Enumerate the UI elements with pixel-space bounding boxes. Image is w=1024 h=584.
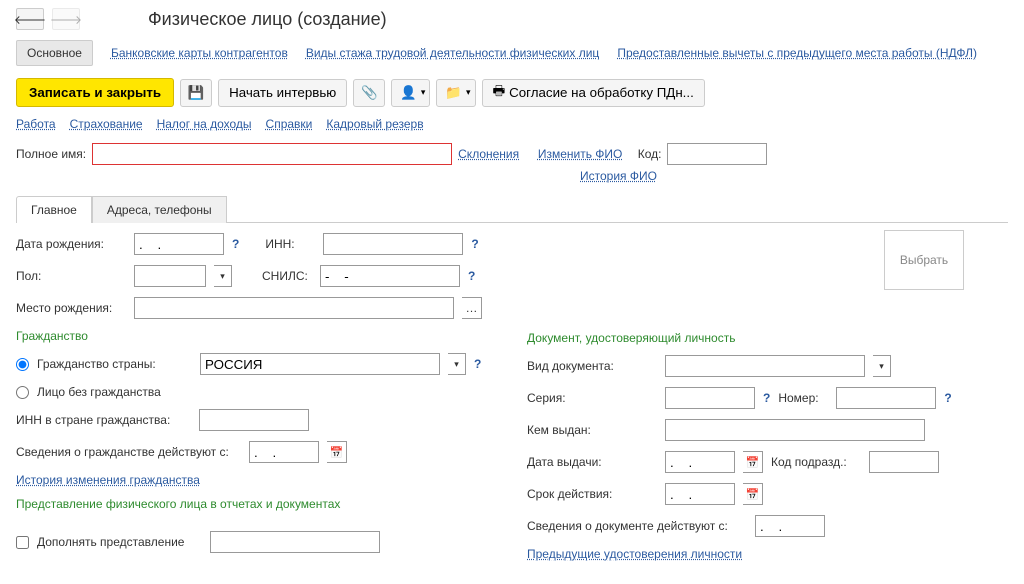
page-tab-main[interactable]: Главное	[16, 196, 92, 223]
chevron-down-icon: ▾	[466, 87, 471, 98]
birthplace-label: Место рождения:	[16, 301, 126, 315]
fullname-label: Полное имя:	[16, 147, 86, 161]
fullname-input[interactable]	[92, 143, 452, 165]
link-references[interactable]: Справки	[266, 117, 313, 131]
start-interview-button[interactable]: Начать интервью	[218, 79, 347, 107]
link-experience-types[interactable]: Виды стажа трудовой деятельности физичес…	[306, 46, 599, 60]
representation-title: Представление физического лица в отчетах…	[16, 497, 497, 511]
issued-by-label: Кем выдан:	[527, 423, 657, 437]
append-repr-checkbox[interactable]	[16, 536, 29, 549]
link-insurance[interactable]: Страхование	[70, 117, 143, 131]
issue-date-input[interactable]	[665, 451, 735, 473]
issued-by-input[interactable]	[665, 419, 925, 441]
birth-input[interactable]	[134, 233, 224, 255]
chevron-down-icon: ▾	[421, 87, 426, 98]
birth-label: Дата рождения:	[16, 237, 126, 251]
folder-icon: 📁	[445, 85, 462, 101]
citizenship-history-link[interactable]: История изменения гражданства	[16, 473, 497, 487]
issue-date-label: Дата выдачи:	[527, 455, 657, 469]
forward-button[interactable]: 🡒	[52, 8, 80, 30]
attach-button[interactable]: 📎	[353, 79, 385, 107]
citizenship-valid-input[interactable]	[249, 441, 319, 463]
gender-input[interactable]	[134, 265, 206, 287]
snils-input[interactable]	[320, 265, 460, 287]
inn-input[interactable]	[323, 233, 463, 255]
citizenship-country-radio[interactable]	[16, 358, 29, 371]
issue-date-button[interactable]: 📅	[743, 451, 763, 473]
printer-icon: 🖶	[493, 82, 506, 104]
citizenship-valid-date-button[interactable]: 📅	[327, 441, 347, 463]
dept-code-input[interactable]	[869, 451, 939, 473]
dept-code-label: Код подразд.:	[771, 455, 861, 469]
doc-valid-input[interactable]	[755, 515, 825, 537]
person-menu-button[interactable]: 👤 ▾	[391, 79, 430, 107]
fio-history-link[interactable]: История ФИО	[580, 169, 657, 183]
series-input[interactable]	[665, 387, 755, 409]
link-reserve[interactable]: Кадровый резерв	[326, 117, 423, 131]
link-work[interactable]: Работа	[16, 117, 56, 131]
paperclip-icon: 📎	[361, 85, 378, 101]
person-icon: 👤	[400, 85, 417, 101]
number-input[interactable]	[836, 387, 936, 409]
back-button[interactable]: 🡐	[16, 8, 44, 30]
series-help-icon[interactable]: ?	[763, 391, 770, 405]
consent-button[interactable]: 🖶 Согласие на обработку ПДн...	[482, 79, 705, 107]
link-bank-cards[interactable]: Банковские карты контрагентов	[111, 46, 288, 60]
gender-dropdown-button[interactable]: ▾	[214, 265, 232, 287]
number-label: Номер:	[778, 391, 828, 405]
citizenship-valid-label: Сведения о гражданстве действуют с:	[16, 445, 241, 459]
prev-docs-link[interactable]: Предыдущие удостоверения личности	[527, 547, 1008, 561]
save-close-button[interactable]: Записать и закрыть	[16, 78, 174, 107]
birthplace-select-button[interactable]: …	[462, 297, 482, 319]
link-income-tax[interactable]: Налог на доходы	[157, 117, 252, 131]
declension-link[interactable]: Склонения	[458, 147, 519, 161]
snils-help-icon[interactable]: ?	[468, 269, 475, 283]
number-help-icon[interactable]: ?	[944, 391, 951, 405]
tab-main[interactable]: Основное	[16, 40, 93, 66]
expiry-date-button[interactable]: 📅	[743, 483, 763, 505]
document-title: Документ, удостоверяющий личность	[527, 331, 1008, 345]
save-button[interactable]: 💾	[180, 79, 212, 107]
page-title: Физическое лицо (создание)	[148, 9, 387, 30]
doc-type-input[interactable]	[665, 355, 865, 377]
doc-type-dropdown-button[interactable]: ▾	[873, 355, 891, 377]
append-label: Дополнять представление	[37, 535, 202, 549]
save-icon: 💾	[188, 85, 205, 101]
stateless-radio[interactable]	[16, 386, 29, 399]
expiry-input[interactable]	[665, 483, 735, 505]
expiry-label: Срок действия:	[527, 487, 657, 501]
folder-menu-button[interactable]: 📁 ▾	[436, 79, 475, 107]
foreign-inn-label: ИНН в стране гражданства:	[16, 413, 191, 427]
inn-help-icon[interactable]: ?	[471, 237, 478, 251]
country-dropdown-button[interactable]: ▾	[448, 353, 466, 375]
append-input[interactable]	[210, 531, 380, 553]
page-tab-addresses[interactable]: Адреса, телефоны	[92, 196, 227, 223]
gender-label: Пол:	[16, 269, 126, 283]
inn-label: ИНН:	[265, 237, 315, 251]
foreign-inn-input[interactable]	[199, 409, 309, 431]
country-input[interactable]	[200, 353, 440, 375]
code-label: Код:	[638, 147, 662, 161]
select-photo-button[interactable]: Выбрать	[884, 230, 964, 290]
doc-type-label: Вид документа:	[527, 359, 657, 373]
edit-fio-link[interactable]: Изменить ФИО	[538, 147, 623, 161]
stateless-label: Лицо без гражданства	[37, 385, 147, 399]
series-label: Серия:	[527, 391, 657, 405]
code-input[interactable]	[667, 143, 767, 165]
doc-valid-label: Сведения о документе действуют с:	[527, 519, 747, 533]
link-deductions[interactable]: Предоставленные вычеты с предыдущего мес…	[617, 46, 977, 60]
country-help-icon[interactable]: ?	[474, 357, 481, 371]
birth-help-icon[interactable]: ?	[232, 237, 239, 251]
birthplace-input[interactable]	[134, 297, 454, 319]
snils-label: СНИЛС:	[262, 269, 312, 283]
country-label: Гражданство страны:	[37, 357, 192, 371]
citizenship-title: Гражданство	[16, 329, 497, 343]
